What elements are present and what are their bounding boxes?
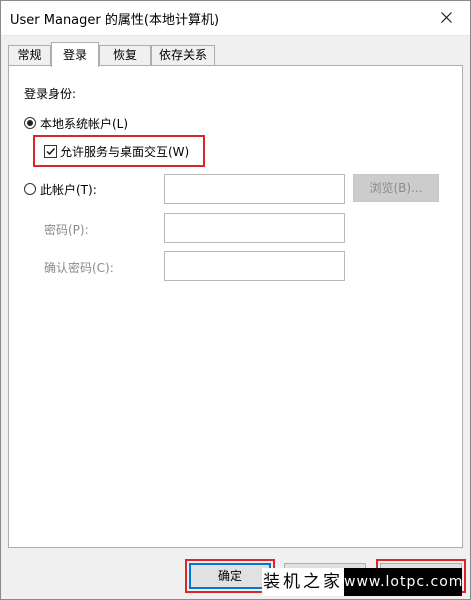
watermark-site-name: 装机之家 <box>262 568 344 596</box>
watermark-url: www.lotpc.com <box>344 568 462 596</box>
properties-dialog: User Manager 的属性(本地计算机) 常规 登录 恢复 依存关系 登录… <box>0 0 471 600</box>
watermark: 装机之家 www.lotpc.com <box>262 568 462 596</box>
dialog-footer: 确定 取消 应用 <box>1 1 470 599</box>
